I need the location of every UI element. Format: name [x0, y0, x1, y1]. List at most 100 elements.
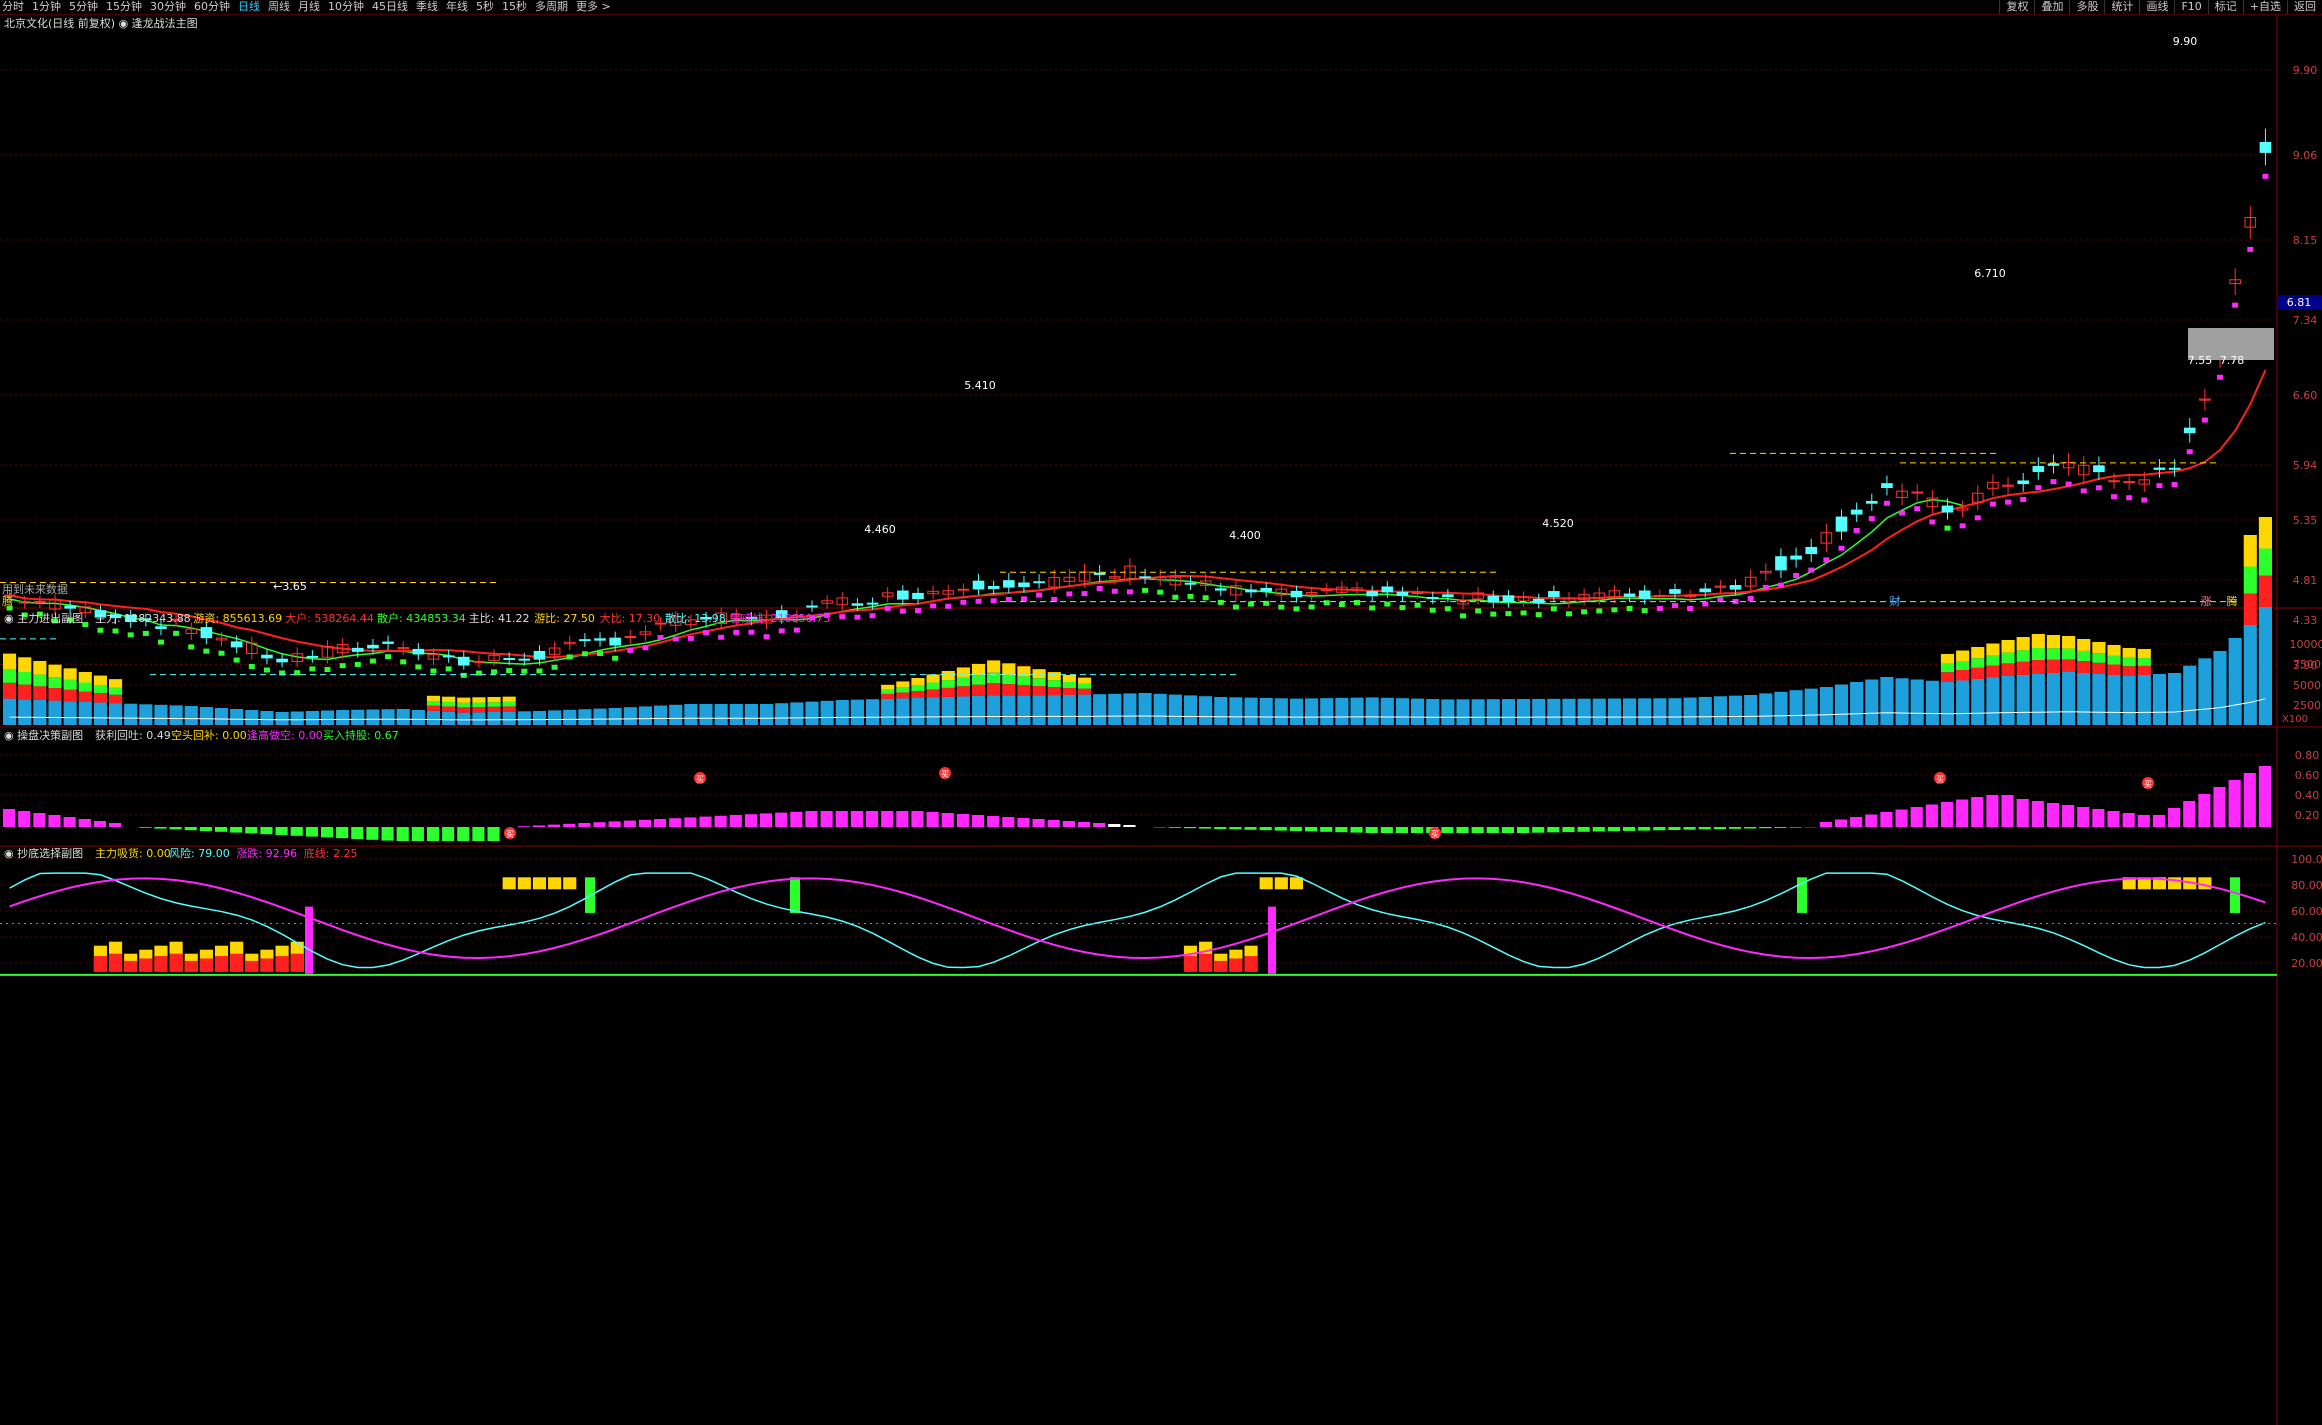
s2-bar: [2046, 803, 2060, 827]
signal-dot: [2111, 494, 2118, 500]
s1-bar: [2077, 673, 2091, 725]
s1-bar: [1259, 697, 1273, 725]
s1-bar: [1138, 693, 1152, 725]
s1-bar: [2062, 636, 2076, 649]
period-tab-0[interactable]: 分时: [2, 0, 24, 14]
s2-bar: [2152, 815, 2166, 827]
candle-body: [1881, 483, 1893, 488]
s1-bar: [1547, 698, 1561, 725]
signal-dot: [369, 658, 376, 664]
toolbar-button-7[interactable]: +自选: [2242, 0, 2287, 14]
period-tab-15[interactable]: 多周期: [535, 0, 568, 14]
s1-bar: [2001, 676, 2015, 725]
s1-bar: [2258, 548, 2272, 576]
signal-dot: [1838, 545, 1845, 551]
s1-bar: [956, 696, 970, 725]
s1-bar: [623, 707, 637, 725]
signal-dot: [1111, 588, 1118, 594]
s1-readout: 警戒线: 218850.73: [730, 611, 830, 625]
signal-dot: [2232, 302, 2239, 308]
period-tab-4[interactable]: 30分钟: [150, 0, 186, 14]
signal-dot: [1989, 501, 1996, 507]
s3-top-bar: [1259, 877, 1273, 890]
s1-bar: [532, 711, 547, 725]
signal-dot: [1747, 595, 1754, 601]
s2-bar: [623, 820, 636, 827]
period-tab-1[interactable]: 1分钟: [32, 0, 61, 14]
signal-dot: [899, 608, 906, 614]
toolbar-button-1[interactable]: 叠加: [2034, 0, 2069, 14]
s1-bar: [1774, 691, 1788, 725]
s1-bar: [1017, 695, 1031, 725]
toolbar-button-2[interactable]: 多股: [2069, 0, 2104, 14]
left-marker: 腾: [2, 594, 13, 608]
s1-ytick: 7500: [2293, 658, 2321, 671]
period-tab-8[interactable]: 月线: [298, 0, 320, 14]
s1-bar: [2183, 665, 2197, 725]
period-tab-11[interactable]: 季线: [416, 0, 438, 14]
s2-bar: [1259, 827, 1272, 831]
toolbar-button-4[interactable]: 画线: [2139, 0, 2174, 14]
toolbar-button-6[interactable]: 标记: [2207, 0, 2243, 14]
period-tab-12[interactable]: 年线: [446, 0, 468, 14]
signal-dot: [2217, 374, 2224, 380]
signal-dot: [1384, 601, 1391, 607]
s1-bar: [2107, 655, 2121, 665]
period-tab-3[interactable]: 15分钟: [106, 0, 142, 14]
signal-dot: [521, 668, 528, 674]
s1-bar: [1002, 674, 1016, 685]
candle-body: [518, 658, 531, 661]
s1-bar: [1077, 677, 1092, 684]
period-tab-6[interactable]: 日线: [238, 0, 260, 14]
period-tab-5[interactable]: 60分钟: [194, 0, 230, 14]
s1-bar: [1380, 697, 1394, 725]
period-tab-7[interactable]: 周线: [268, 0, 290, 14]
signal-dot: [203, 648, 210, 654]
main-ytick: 6.60: [2293, 389, 2318, 402]
period-tab-10[interactable]: 45日线: [372, 0, 408, 14]
toolbar-button-0[interactable]: 复权: [1999, 0, 2034, 14]
s2-bar: [1577, 827, 1590, 832]
candle-body: [1214, 588, 1227, 591]
signal-dot: [460, 672, 467, 678]
period-tab-13[interactable]: 5秒: [476, 0, 494, 14]
candle-body: [2259, 141, 2272, 153]
s2-readout: 空头回补: 0.00: [171, 728, 247, 742]
s1-bar: [2137, 658, 2151, 666]
s1-bar: [1653, 698, 1667, 725]
toolbar-button-3[interactable]: 统计: [2104, 0, 2139, 14]
signal-dot: [1202, 595, 1209, 601]
period-tab-16[interactable]: 更多 >: [576, 0, 611, 14]
period-tab-9[interactable]: 10分钟: [328, 0, 364, 14]
s1-bar: [351, 709, 365, 725]
toolbar-button-8[interactable]: 返回: [2287, 0, 2322, 14]
s1-bar: [2031, 634, 2045, 648]
s2-bar: [896, 811, 909, 827]
period-tab-14[interactable]: 15秒: [502, 0, 527, 14]
s1-bar: [63, 701, 77, 725]
candle-body: [1699, 588, 1712, 593]
s3-red-bar: [1183, 956, 1198, 972]
s2-bar: [93, 821, 106, 827]
s2-bar: [260, 827, 273, 835]
signal-dot: [2050, 479, 2057, 485]
signal-dot: [1036, 592, 1043, 598]
s1-bar: [1077, 683, 1092, 689]
s2-bar: [487, 827, 500, 841]
stock-chart[interactable]: 买买买 买买买 9.909.068.157.346.605.945.354.814…: [0, 15, 2322, 1425]
s2-ytick: 0.20: [2295, 809, 2320, 822]
s2-bar: [275, 827, 288, 835]
signal-dot: [2247, 246, 2254, 252]
s1-bar: [2016, 675, 2030, 725]
s1-bar: [1335, 697, 1349, 725]
period-tab-2[interactable]: 5分钟: [69, 0, 98, 14]
s2-bar: [744, 814, 757, 827]
s1-bar: [1077, 694, 1092, 725]
candle-body: [1835, 516, 1848, 532]
s1-bar: [911, 698, 925, 725]
s1-bar: [971, 695, 986, 725]
s1-bar: [1986, 677, 2000, 725]
s2-bar: [78, 819, 91, 827]
toolbar-button-5[interactable]: F10: [2174, 0, 2207, 14]
s2-bar: [2122, 813, 2135, 827]
